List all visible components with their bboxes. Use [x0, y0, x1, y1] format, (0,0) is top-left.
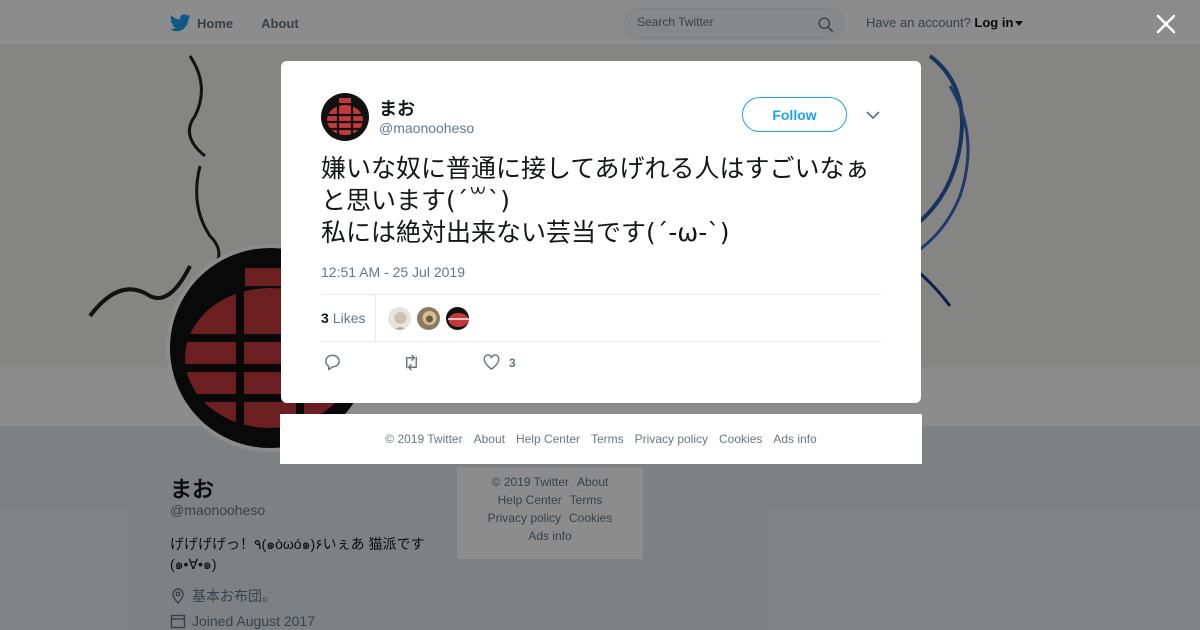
- close-icon[interactable]: [1154, 12, 1178, 36]
- tweet-permalink-modal: まお @maonooheso Follow 嫌いな奴に普通に接してあげれる人はす…: [281, 61, 921, 403]
- footer-copyright: © 2019 Twitter: [385, 432, 463, 446]
- tweet-stats: 3 Likes: [321, 294, 881, 342]
- follow-button[interactable]: Follow: [742, 97, 847, 132]
- liker-avatar-image: [388, 307, 411, 330]
- liker-avatar-image: [417, 307, 440, 330]
- retweet-icon: [406, 354, 417, 371]
- tweet-timestamp[interactable]: 12:51 AM - 25 Jul 2019: [321, 264, 465, 280]
- likes-stat[interactable]: 3 Likes: [321, 310, 365, 326]
- retweet-button[interactable]: [402, 353, 421, 372]
- author-name[interactable]: まお: [379, 95, 415, 121]
- footer-cookies-link[interactable]: Cookies: [719, 432, 762, 446]
- tweet-text: 嫌いな奴に普通に接してあげれる人はすごいなぁと思います(´꒳`) 私には絶対出来…: [321, 154, 870, 247]
- reply-button[interactable]: [323, 353, 342, 372]
- footer-ads-link[interactable]: Ads info: [773, 432, 816, 446]
- liker-avatar-image: [446, 307, 469, 330]
- stats-divider: [375, 295, 376, 342]
- modal-footer: © 2019 Twitter About Help Center Terms P…: [280, 414, 922, 464]
- liker-avatar[interactable]: [416, 306, 441, 331]
- likes-label: Likes: [332, 310, 366, 326]
- footer-terms-link[interactable]: Terms: [591, 432, 624, 446]
- footer-help-link[interactable]: Help Center: [516, 432, 580, 446]
- lantern-avatar-image: [321, 93, 369, 141]
- like-button[interactable]: 3: [482, 353, 516, 372]
- liker-avatar[interactable]: [387, 306, 412, 331]
- author-avatar[interactable]: [321, 93, 369, 141]
- like-action-count: 3: [509, 355, 516, 370]
- chevron-down-icon[interactable]: [865, 109, 881, 121]
- liker-avatar[interactable]: [445, 306, 470, 331]
- author-handle[interactable]: @maonooheso: [379, 120, 474, 136]
- footer-about-link[interactable]: About: [474, 432, 505, 446]
- footer-privacy-link[interactable]: Privacy policy: [635, 432, 708, 446]
- likes-count: 3: [321, 310, 329, 326]
- tweet-actions: 3: [321, 353, 621, 373]
- heart-icon: [483, 354, 500, 370]
- reply-icon: [325, 354, 340, 371]
